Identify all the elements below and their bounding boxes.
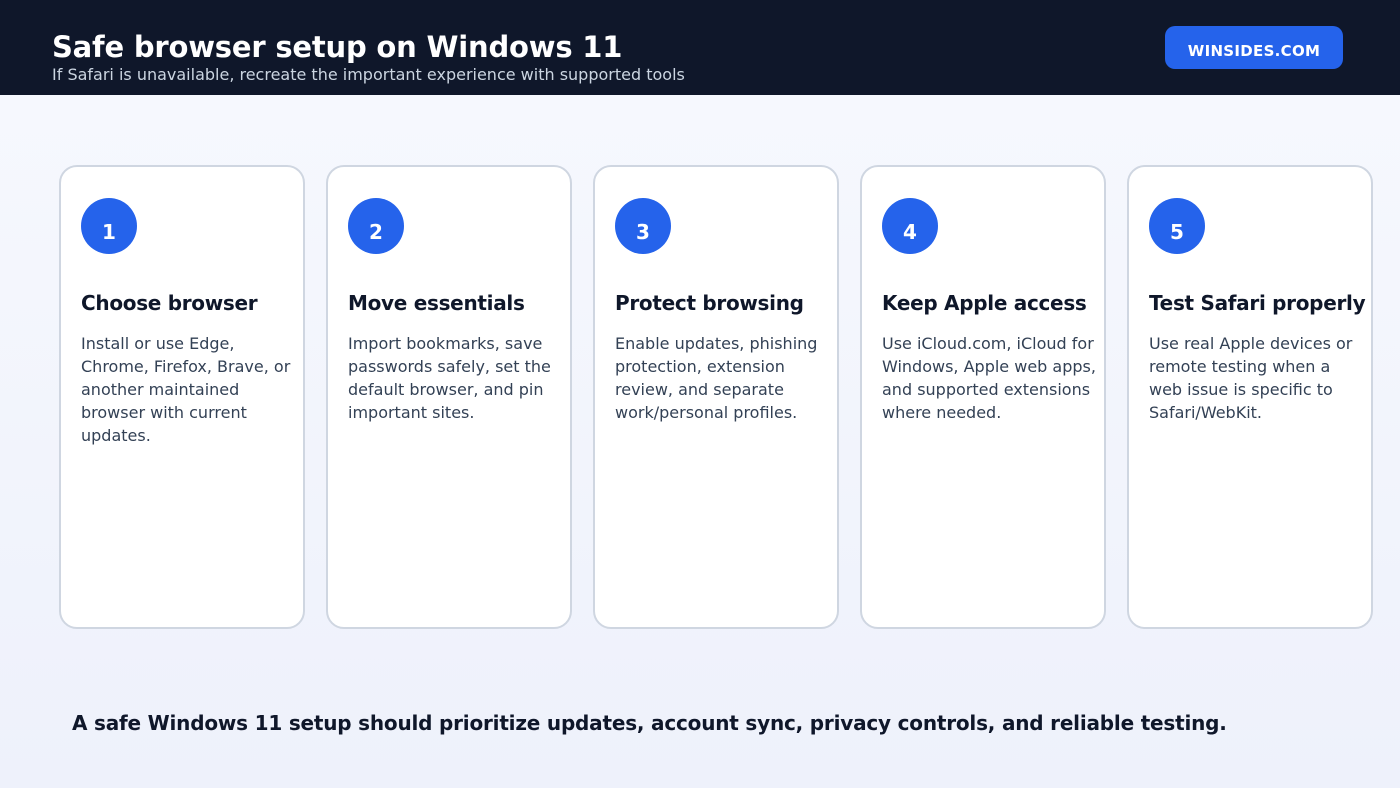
step-number-badge: 2	[348, 198, 404, 254]
step-title: Keep Apple access	[882, 291, 1087, 315]
step-title: Move essentials	[348, 291, 525, 315]
step-card-4: 4 Keep Apple access Use iCloud.com, iClo…	[860, 165, 1106, 629]
step-card-5: 5 Test Safari properly Use real Apple de…	[1127, 165, 1373, 629]
step-description: Import bookmarks, save passwords safely,…	[348, 334, 551, 422]
step-title: Test Safari properly	[1149, 291, 1366, 315]
step-title: Protect browsing	[615, 291, 804, 315]
step-card-1: 1 Choose browser Install or use Edge, Ch…	[59, 165, 305, 629]
step-card-2: 2 Move essentials Import bookmarks, save…	[326, 165, 572, 629]
step-title: Choose browser	[81, 291, 258, 315]
step-description: Install or use Edge, Chrome, Firefox, Br…	[81, 334, 291, 445]
step-card-3: 3 Protect browsing Enable updates, phish…	[593, 165, 839, 629]
step-number-badge: 1	[81, 198, 137, 254]
step-description: Use real Apple devices or remote testing…	[1149, 334, 1353, 422]
step-number-badge: 5	[1149, 198, 1205, 254]
header-bar: Safe browser setup on Windows 11 If Safa…	[0, 0, 1400, 95]
step-number-badge: 4	[882, 198, 938, 254]
summary-note: A safe Windows 11 setup should prioritiz…	[72, 711, 1227, 735]
step-number-badge: 3	[615, 198, 671, 254]
brand-button[interactable]: WINSIDES.COM	[1165, 26, 1343, 69]
step-description: Use iCloud.com, iCloud for Windows, Appl…	[882, 334, 1096, 422]
step-description: Enable updates, phishing protection, ext…	[615, 334, 818, 422]
page-subtitle: If Safari is unavailable, recreate the i…	[52, 65, 685, 84]
page-title: Safe browser setup on Windows 11	[52, 30, 623, 64]
